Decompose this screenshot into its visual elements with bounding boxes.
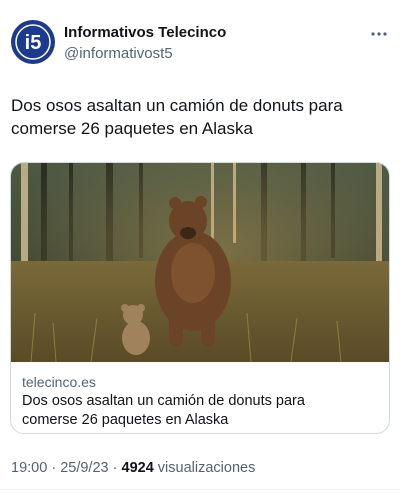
bear-photo[interactable] [11,163,389,362]
views-count[interactable]: 4924 [122,460,154,476]
views-label: visualizaciones [157,460,256,476]
display-name[interactable]: Informativos Telecinco [64,24,226,41]
avatar[interactable]: i5 [11,20,55,64]
telecinco-logo-icon: i5 [11,20,55,64]
tweet-meta: 19:00 · 25/9/23 · 4924 visualizaciones [11,460,255,476]
meta-separator: · [112,460,118,476]
meta-separator: · [51,460,57,476]
card-domain[interactable]: telecinco.es [22,374,96,390]
user-handle[interactable]: @informativost5 [64,45,173,62]
tweet-time[interactable]: 19:00 [11,460,47,476]
card-title[interactable]: Dos osos asaltan un camión de donuts par… [22,392,362,430]
link-card[interactable]: telecinco.es Dos osos asaltan un camión … [10,162,390,434]
tweet-date[interactable]: 25/9/23 [60,460,108,476]
more-options-icon[interactable] [370,26,388,36]
svg-text:i5: i5 [25,32,42,54]
tweet-text: Dos osos asaltan un camión de donuts par… [11,96,343,138]
divider [0,489,400,490]
